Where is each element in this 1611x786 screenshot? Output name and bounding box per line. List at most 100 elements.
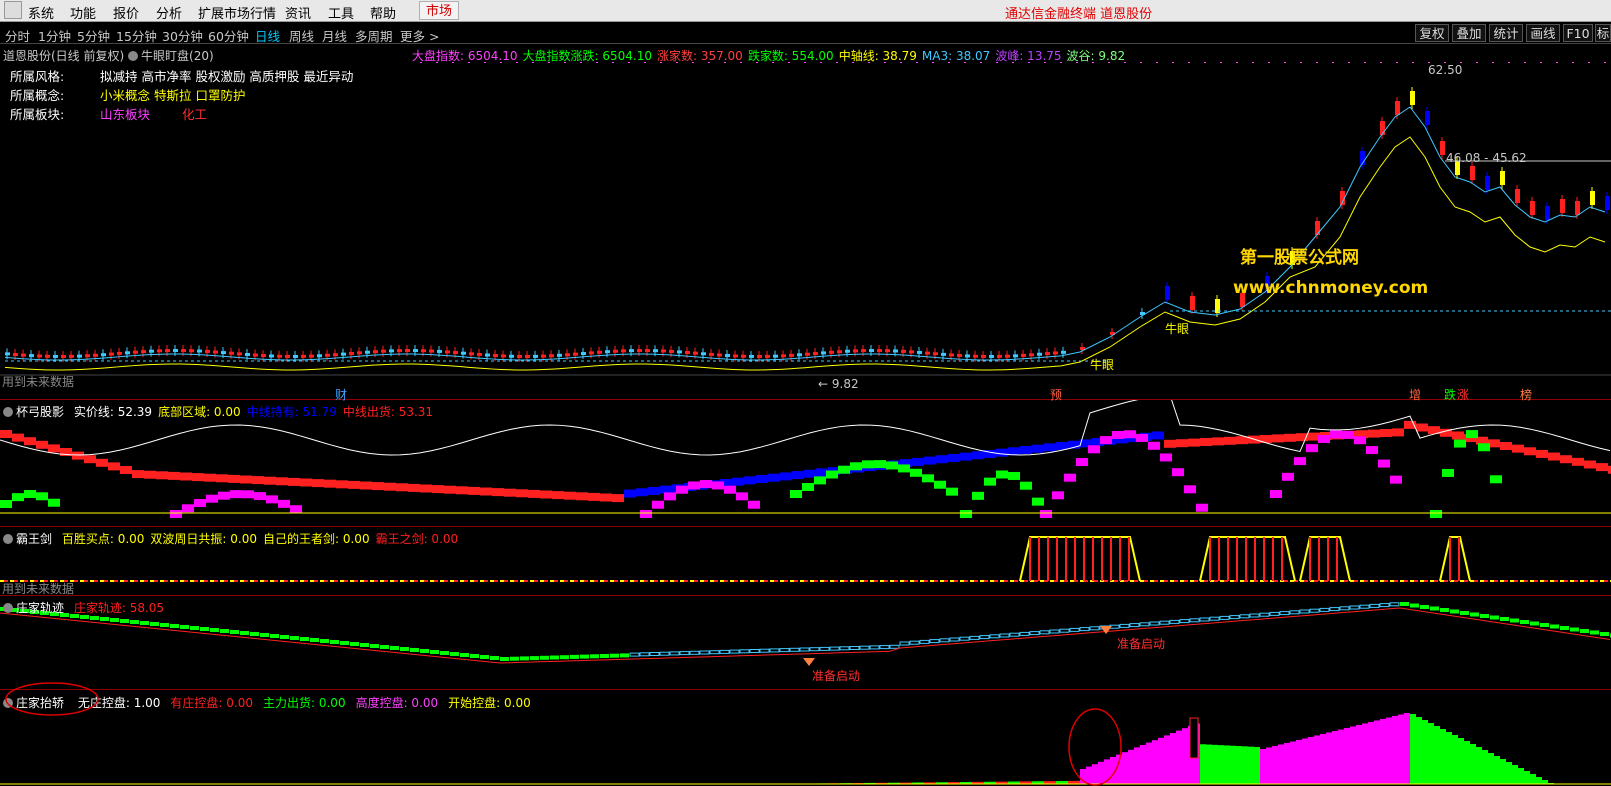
- track-block: [1119, 623, 1130, 628]
- toolbar-stats[interactable]: 统计: [1489, 24, 1523, 42]
- marker-die[interactable]: 跌: [1444, 386, 1456, 403]
- track-block: [1009, 632, 1020, 637]
- track-block: [1410, 603, 1419, 608]
- track-block: [1369, 603, 1380, 608]
- track-block: [1400, 602, 1409, 606]
- panel-settings-icon[interactable]: [3, 534, 13, 544]
- dot-line: [1476, 62, 1478, 63]
- candle-body: [1029, 353, 1034, 357]
- marker-bang[interactable]: 榜: [1520, 386, 1532, 403]
- menu-help[interactable]: 帮助: [370, 3, 396, 22]
- candle-body: [965, 354, 970, 358]
- candle-body: [949, 353, 954, 357]
- menu-function[interactable]: 功能: [70, 3, 96, 22]
- market-button[interactable]: 市场: [419, 1, 459, 20]
- trend-block: [1284, 433, 1296, 442]
- toolbar-draw[interactable]: 画线: [1526, 24, 1560, 42]
- zhuangjia-track-chart[interactable]: [0, 596, 1611, 689]
- dot-line: [1588, 62, 1590, 63]
- candle-body: [1470, 166, 1475, 180]
- period-multi[interactable]: 多周期: [355, 26, 393, 45]
- track-block: [440, 651, 449, 655]
- control-bar: [1482, 750, 1488, 784]
- menu-analysis[interactable]: 分析: [156, 3, 182, 22]
- control-bar: [1146, 742, 1152, 784]
- track-block: [370, 644, 379, 648]
- control-bar: [1506, 762, 1512, 784]
- track-block: [1379, 603, 1390, 608]
- menu-system[interactable]: 系统: [28, 3, 54, 22]
- track-block: [380, 645, 389, 649]
- toolbar-overlay[interactable]: 叠加: [1452, 24, 1486, 42]
- niuyan-label: 牛眼: [1165, 322, 1190, 336]
- track-block: [699, 650, 710, 655]
- track-block: [1600, 632, 1609, 636]
- candle-body: [69, 354, 74, 358]
- panel-settings-icon[interactable]: [128, 51, 139, 61]
- main-readouts: 大盘指数: 6504.10 大盘指数涨跌: 6504.10 涨家数: 357.00 跌…: [407, 47, 1125, 64]
- trend-block: [1368, 429, 1380, 438]
- period-5min[interactable]: 5分钟: [77, 26, 110, 45]
- candle-body: [741, 354, 746, 358]
- trend-block: [48, 444, 60, 453]
- menu-tools[interactable]: 工具: [328, 3, 354, 22]
- track-block: [1059, 628, 1070, 633]
- control-bar: [1266, 747, 1272, 784]
- toolbar-fuquan[interactable]: 复权: [1415, 24, 1449, 42]
- dot-line: [1572, 62, 1574, 63]
- toolbar-f10[interactable]: F10: [1563, 24, 1593, 42]
- period-30min[interactable]: 30分钟: [162, 26, 203, 45]
- marker-zhang[interactable]: 涨: [1457, 386, 1469, 403]
- track-block: [1319, 607, 1330, 612]
- wave-block: [736, 492, 748, 501]
- wave-block: [886, 461, 898, 470]
- panel-settings-icon[interactable]: [3, 603, 13, 613]
- period-weekly[interactable]: 周线: [289, 26, 314, 45]
- control-bar: [1284, 743, 1290, 784]
- app-title: 通达信金融终端 道恩股份: [1005, 7, 1153, 22]
- track-block: [400, 647, 409, 651]
- marker-yu[interactable]: 预: [1050, 386, 1062, 403]
- track-block: [290, 636, 299, 640]
- track-block: [1389, 602, 1400, 607]
- control-bar: [1290, 741, 1296, 784]
- menu-news[interactable]: 资讯: [285, 3, 311, 22]
- period-monthly[interactable]: 月线: [322, 26, 347, 45]
- track-block: [1580, 629, 1589, 633]
- track-block: [210, 628, 219, 632]
- control-bar: [1458, 738, 1464, 784]
- zhuangjia-track-header: 庄家轨迹 庄家轨迹: 58.05: [3, 599, 164, 616]
- control-bar: [1140, 745, 1146, 784]
- candle-body: [389, 349, 394, 353]
- marker-zeng[interactable]: 增: [1409, 386, 1421, 403]
- wave-block: [266, 495, 278, 504]
- toolbar-mark[interactable]: 标记: [1595, 24, 1611, 42]
- readout-0: 实价线: 52.39: [73, 405, 153, 419]
- period-fenshi[interactable]: 分时: [5, 26, 30, 45]
- wave-block: [1442, 468, 1454, 477]
- panel-settings-icon[interactable]: [3, 407, 13, 417]
- candle-body: [357, 351, 362, 355]
- menu-ext-market[interactable]: 扩展市场行情: [198, 3, 276, 22]
- marker-cai[interactable]: 财: [335, 386, 347, 403]
- wave-block: [170, 510, 182, 518]
- trend-block: [780, 472, 792, 481]
- candle-body: [853, 349, 858, 353]
- period-daily[interactable]: 日线: [255, 26, 280, 45]
- trend-block: [1032, 444, 1044, 453]
- candle-body: [429, 349, 434, 353]
- trend-block: [408, 483, 420, 492]
- trend-block: [1500, 442, 1512, 450]
- wave-block: [290, 505, 302, 514]
- candle-body: [221, 351, 226, 355]
- period-15min[interactable]: 15分钟: [116, 26, 157, 45]
- menu-quote[interactable]: 报价: [113, 3, 139, 22]
- track-block: [1229, 615, 1240, 620]
- period-1min[interactable]: 1分钟: [38, 26, 71, 45]
- track-block: [1289, 610, 1300, 615]
- period-60min[interactable]: 60分钟: [208, 26, 249, 45]
- trend-block: [384, 482, 396, 491]
- wave-block: [1282, 472, 1294, 481]
- wave-block: [278, 499, 290, 508]
- period-more[interactable]: 更多 >: [400, 26, 439, 45]
